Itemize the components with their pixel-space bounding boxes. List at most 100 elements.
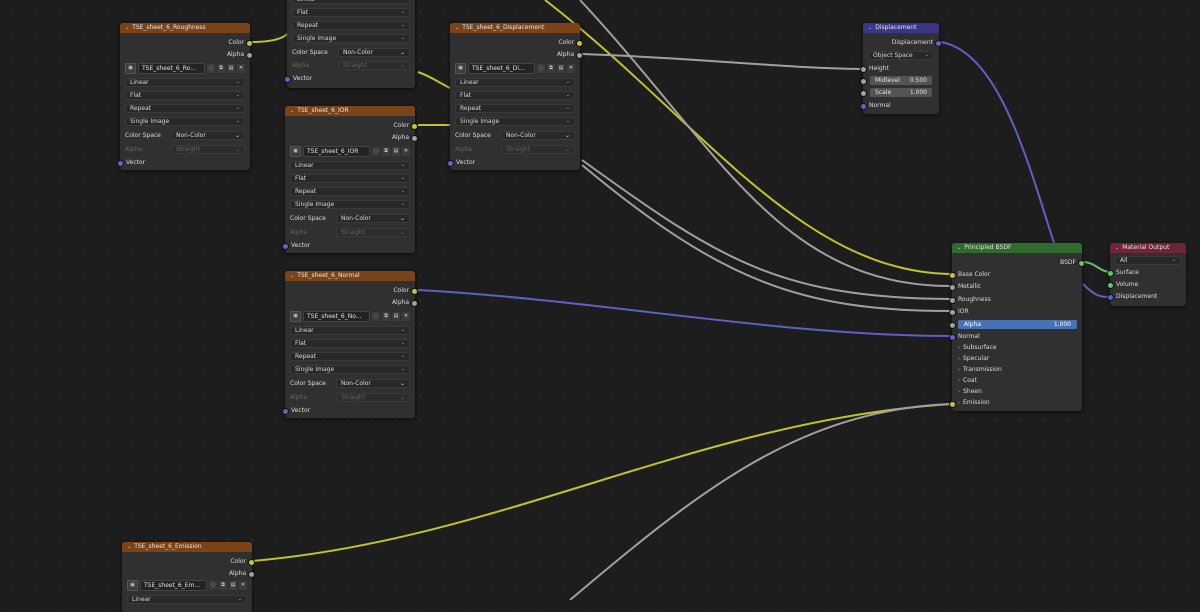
extension-dropdown[interactable]: Repeat ⌄ [292,21,410,30]
duplicate-icon[interactable]: ⧉ [382,147,390,156]
color-socket[interactable] [411,288,418,295]
close-icon[interactable]: ✕ [237,64,245,73]
image-icon[interactable]: ▣ [455,63,466,74]
panel-transmission[interactable]: › Transmission [958,365,1076,375]
height-socket[interactable] [860,66,867,73]
base-color-socket[interactable] [949,272,956,279]
extension-dropdown[interactable]: Repeat ⌄ [290,187,410,196]
node-header[interactable]: ⌄ Material Output [1110,243,1186,253]
interpolation-dropdown[interactable]: Linear⌄ [455,78,575,87]
color-space-row[interactable]: Color Space Non-Color ⌄ [455,131,575,140]
projection-dropdown[interactable]: Flat ⌄ [290,174,410,183]
principled-bsdf-node[interactable]: ⌄ Principled BSDF BSDF Base Color Metalli… [949,243,1085,411]
node-header[interactable]: ⌄ TSE_sheet_6_Normal [285,271,415,281]
image-selector[interactable]: ▣ TSE_sheet_6_No... ◌ ⧉ ▤ ✕ [290,311,410,322]
vector-socket[interactable] [117,160,124,167]
image-texture-node-emission[interactable]: ⌄ TSE_sheet_6_Emission Color Alpha ▣ TSE_… [122,542,255,612]
interpolation-dropdown[interactable]: Linear⌄ [292,0,410,4]
image-icon[interactable]: ▣ [290,311,301,322]
projection-dropdown[interactable]: Flat ⌄ [290,339,410,348]
image-selector[interactable]: ▣ TSE_sheet_6_Di... ◌ ⧉ ▤ ✕ [455,63,575,74]
image-selector[interactable]: ▣ TSE_sheet_6_Ro... ◌ ⧉ ▤ ✕ [125,63,245,74]
alpha-socket[interactable] [411,135,418,142]
close-icon[interactable]: ✕ [239,581,247,590]
vector-socket[interactable] [282,408,289,415]
collapse-icon[interactable]: ⌄ [290,108,294,114]
bsdf-output-socket[interactable] [1078,260,1085,267]
node-header[interactable]: ⌄ TSE_sheet_6_Roughness [120,23,250,33]
midlevel-field[interactable]: Midlevel 0.500 [870,76,932,85]
scale-field[interactable]: Scale 1.000 [870,88,932,97]
duplicate-icon[interactable]: ⧉ [217,64,225,73]
metallic-socket[interactable] [949,284,956,291]
vector-socket[interactable] [282,243,289,250]
midlevel-socket[interactable] [860,78,867,85]
color-socket[interactable] [248,559,255,566]
interpolation-dropdown[interactable]: Linear⌄ [125,78,245,87]
duplicate-icon[interactable]: ⧉ [547,64,555,73]
duplicate-icon[interactable]: ⧉ [219,581,227,590]
source-dropdown[interactable]: Single Image ⌄ [290,365,410,374]
color-socket[interactable] [411,123,418,130]
image-icon[interactable]: ▣ [290,146,301,157]
node-header[interactable]: ⌄ Principled BSDF [952,243,1082,253]
scale-socket[interactable] [860,90,867,97]
collapse-icon[interactable]: ⌄ [455,25,459,31]
panel-specular[interactable]: › Specular [958,354,1076,364]
shield-icon[interactable]: ◌ [372,147,380,156]
projection-dropdown[interactable]: Flat ⌄ [292,8,410,17]
shield-icon[interactable]: ◌ [372,312,380,321]
close-icon[interactable]: ✕ [402,312,410,321]
image-icon[interactable]: ▣ [127,580,138,591]
folder-icon[interactable]: ▤ [557,64,565,73]
panel-sheen[interactable]: › Sheen [958,387,1076,397]
projection-dropdown[interactable]: Flat ⌄ [455,91,575,100]
volume-socket[interactable] [1107,282,1114,289]
folder-icon[interactable]: ▤ [229,581,237,590]
duplicate-icon[interactable]: ⧉ [382,312,390,321]
image-texture-node-normal[interactable]: ⌄ TSE_sheet_6_Normal Color Alpha ▣ TSE_sh… [282,271,418,418]
image-texture-node-roughness[interactable]: ⌄ TSE_sheet_6_Roughness Color Alpha ▣ TSE… [117,23,253,170]
color-space-row[interactable]: Color Space Non-Color ⌄ [292,48,410,57]
collapse-icon[interactable]: ⌄ [957,245,961,251]
vector-socket[interactable] [447,160,454,167]
panel-emission[interactable]: › Emission [958,398,1076,408]
extension-dropdown[interactable]: Repeat ⌄ [290,352,410,361]
alpha-socket[interactable] [246,52,253,59]
collapse-icon[interactable]: ⌄ [127,544,131,550]
interpolation-dropdown[interactable]: Linear⌄ [290,161,410,170]
surface-socket[interactable] [1107,270,1114,277]
color-socket[interactable] [576,40,583,47]
panel-coat[interactable]: › Coat [958,376,1076,386]
alpha-socket[interactable] [411,300,418,307]
image-texture-node-ior[interactable]: ⌄ TSE_sheet_6_IOR Color Alpha ▣ TSE_sheet… [282,106,418,253]
image-selector[interactable]: ▣ TSE_sheet_6_IOR ◌ ⧉ ▤ ✕ [290,146,410,157]
normal-socket[interactable] [860,103,867,110]
image-texture-node-displacement[interactable]: ⌄ TSE_sheet_6_Displacement Color Alpha ▣ … [447,23,583,170]
normal-socket[interactable] [949,334,956,341]
node-header[interactable]: ⌄ TSE_sheet_6_Displacement [450,23,580,33]
node-header[interactable]: ⌄ TSE_sheet_6_Emission [122,542,252,552]
source-dropdown[interactable]: Single Image ⌄ [125,117,245,126]
displacement-output-socket[interactable] [935,40,942,47]
image-icon[interactable]: ▣ [125,63,136,74]
source-dropdown[interactable]: Single Image ⌄ [455,117,575,126]
ior-socket[interactable] [949,309,956,316]
source-dropdown[interactable]: Single Image ⌄ [292,34,410,43]
image-selector[interactable]: ▣ TSE_sheet_6_Em... ◌ ⧉ ▤ ✕ [127,580,247,591]
source-dropdown[interactable]: Single Image ⌄ [290,200,410,209]
space-dropdown[interactable]: Object Space ⌄ [868,51,934,60]
displacement-socket[interactable] [1107,294,1114,301]
color-space-row[interactable]: Color Space Non-Color ⌄ [290,214,410,223]
color-space-row[interactable]: Color Space Non-Color ⌄ [125,131,245,140]
shield-icon[interactable]: ◌ [537,64,545,73]
projection-dropdown[interactable]: Flat ⌄ [125,91,245,100]
extension-dropdown[interactable]: Repeat ⌄ [455,104,575,113]
color-socket[interactable] [246,40,253,47]
collapse-icon[interactable]: ⌄ [290,273,294,279]
displacement-node[interactable]: ⌄ Displacement Displacement Object Space ⌄… [860,23,942,114]
collapse-icon[interactable]: ⌄ [1115,245,1119,251]
node-header[interactable]: ⌄ Displacement [863,23,939,33]
shield-icon[interactable]: ◌ [209,581,217,590]
close-icon[interactable]: ✕ [567,64,575,73]
